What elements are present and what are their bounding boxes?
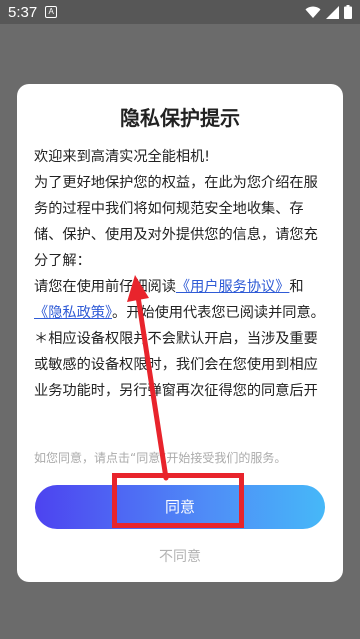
- annotation-arrow: [127, 275, 169, 481]
